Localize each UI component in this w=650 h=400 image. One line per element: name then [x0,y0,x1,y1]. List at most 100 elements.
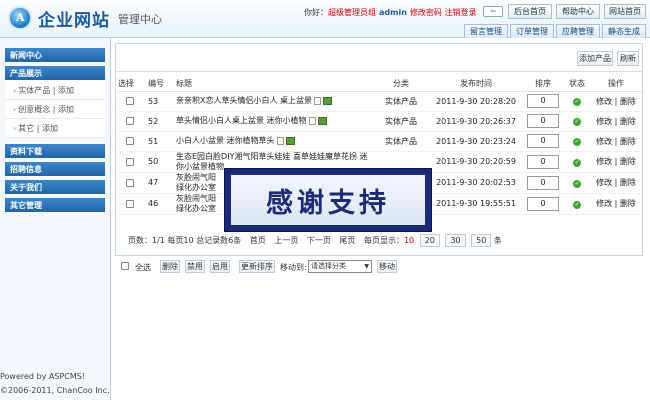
pagination: 页数：1/1 每页10 总记录数6条 首页 上一页 下一页 尾页 每页显示：10… [128,234,502,247]
select-all-label: 全选 [135,263,151,272]
table-row: 52 草头情侣小白人桌上盆景 迷你小植物 实体产品 2011-9-30 20:2… [118,111,642,132]
row-title-link[interactable]: 小白人小盆景 迷你植物草头 [176,136,275,145]
check-icon[interactable]: ✓ [573,200,581,209]
tab-static-generate[interactable]: 静态生成 [602,24,646,38]
col-status: 状态 [564,77,590,92]
order-input[interactable]: 0 [527,134,559,148]
chevron-right-icon: › [13,124,17,133]
order-input[interactable]: 0 [527,175,559,190]
per-page-30[interactable]: 30 [445,234,466,247]
check-icon[interactable]: ✓ [573,138,581,146]
sidebar-subitem-other[interactable]: › 其它 | 添加 [5,119,105,138]
row-title-link[interactable]: 灰脸闹气阳 [176,194,216,203]
row-category: 实体产品 [372,91,430,112]
user-name: admin [379,8,407,17]
sidebar-item-news[interactable]: 新闻中心 [5,48,105,63]
batch-enable-button[interactable]: 启用 [210,260,230,273]
batch-delete-button[interactable]: 删除 [160,260,180,273]
logout-link[interactable]: 注销登录 [444,8,476,17]
sidebar-item-about[interactable]: 关于我们 [5,180,105,195]
per-page-20[interactable]: 20 [419,234,440,247]
update-order-button[interactable]: 更新排序 [239,260,275,273]
row-title: 小白人小盆景 迷你植物草头 [176,131,372,152]
sidebar-item-products[interactable]: 产品展示 [5,66,105,81]
row-ops[interactable]: 修改 | 删除 [590,91,642,112]
order-input[interactable]: 0 [527,94,559,108]
sidebar-subitem-physical[interactable]: › 实体产品 | 添加 [5,81,105,100]
tab-orders[interactable]: 订单管理 [510,24,554,38]
row-ops[interactable]: 修改 | 删除 [590,131,642,152]
powered-by: Powered by ASPCMS! [0,372,86,381]
tab-messages[interactable]: 留言管理 [464,24,508,38]
table-row: 51 小白人小盆景 迷你植物草头 实体产品 2011-9-30 20:23:24… [118,131,642,152]
row-checkbox[interactable] [126,157,134,166]
col-ops: 操作 [590,77,642,92]
row-ops[interactable]: 修改 | 删除 [590,172,642,194]
pager-prev[interactable]: 上一页 [274,235,298,246]
sidebar-item-other[interactable]: 其它管理 [5,198,105,213]
list-toolbar: 添加产品 刷新 [116,44,642,72]
sidebar-item-downloads[interactable]: 资料下载 [5,144,105,159]
check-icon[interactable]: ✓ [573,98,581,106]
row-id: 52 [148,111,176,132]
top-nav-tabs: 留言管理 订单管理 应聘管理 静态生成 [462,24,646,38]
header: A 企业网站 管理中心 你好：超级管理员组 admin 修改密码 注销登录 ⇦ 后台… [0,0,650,38]
order-input[interactable]: 0 [527,196,559,211]
sidebar-item-jobs[interactable]: 招聘信息 [5,162,105,177]
admin-home-button[interactable]: 后台首页 [508,4,552,19]
row-time: 2011-9-30 20:23:24 [430,131,522,152]
select-all-checkbox[interactable] [121,262,129,270]
move-button[interactable]: 移动 [377,260,397,273]
row-id: 46 [148,193,176,215]
row-title-link[interactable]: 草头情侣小白人桌上盆景 迷你小植物 [176,116,307,125]
help-center-button[interactable]: 帮助中心 [556,4,600,19]
check-icon[interactable]: ✓ [573,179,581,188]
col-id: 编号 [148,77,176,92]
user-role: 超级管理员组 [328,8,376,17]
sidebar-subitem-creative[interactable]: › 创意概念 | 添加 [5,100,105,119]
move-to-label: 移动到: [280,263,307,272]
check-icon[interactable]: ✓ [573,158,581,167]
order-input[interactable]: 0 [527,154,559,169]
row-id: 47 [148,172,176,194]
row-checkbox[interactable] [126,137,134,145]
row-title-link[interactable]: 灰脸闹气阳 [176,173,216,182]
row-ops[interactable]: 修改 | 删除 [590,111,642,132]
category-select-value: 请选择分类 [311,262,346,270]
refresh-button[interactable]: 刷新 [617,51,639,66]
col-title: 标题 [176,77,372,92]
collapse-toggle-icon[interactable]: ⇦ [483,6,503,17]
add-product-button[interactable]: 添加产品 [577,51,613,66]
row-title: 亲亲积X恋人草头情侣小白人 桌上盆景 [176,91,372,112]
pager-first[interactable]: 首页 [250,235,266,246]
sidebar: 新闻中心 产品展示 › 实体产品 | 添加 › 创意概念 | 添加 › 其它 | 添加… [0,38,111,400]
category-select[interactable]: 请选择分类 ▼ [308,260,372,273]
greeting-prefix: 你好： [304,8,328,17]
sidebar-subitem-label: 创意概念 | 添加 [18,105,74,114]
batch-action-bar: 全选 删除 禁用 启用 更新排序 移动到: 请选择分类 ▼ 移动 [115,255,643,277]
order-input[interactable]: 0 [527,114,559,128]
image-icon [323,96,333,105]
row-checkbox[interactable] [126,199,134,208]
batch-disable-button[interactable]: 禁用 [185,260,205,273]
check-icon[interactable]: ✓ [573,118,581,126]
row-checkbox[interactable] [126,178,134,187]
change-password-link[interactable]: 修改密码 [410,8,442,17]
tab-applications[interactable]: 应聘管理 [556,24,600,38]
row-checkbox[interactable] [126,97,134,105]
row-ops[interactable]: 修改 | 删除 [590,193,642,215]
row-title-link[interactable]: 亲亲积X恋人草头情侣小白人 桌上盆景 [176,96,312,105]
site-home-button[interactable]: 网站首页 [604,4,646,19]
logo-icon: A [8,6,32,30]
per-page-label: 每页显示： [363,236,404,245]
row-ops[interactable]: 修改 | 删除 [590,151,642,173]
row-checkbox[interactable] [126,117,134,125]
col-select: 选择 [118,77,148,92]
row-time: 2011-9-30 20:26:37 [430,111,522,132]
row-time: 2011-9-30 19:55:51 [430,193,522,215]
chevron-right-icon: › [13,105,17,114]
row-title: 草头情侣小白人桌上盆景 迷你小植物 [176,111,372,132]
pager-last[interactable]: 尾页 [339,235,355,246]
per-page-50[interactable]: 50 [471,234,492,247]
pager-next[interactable]: 下一页 [307,235,331,246]
